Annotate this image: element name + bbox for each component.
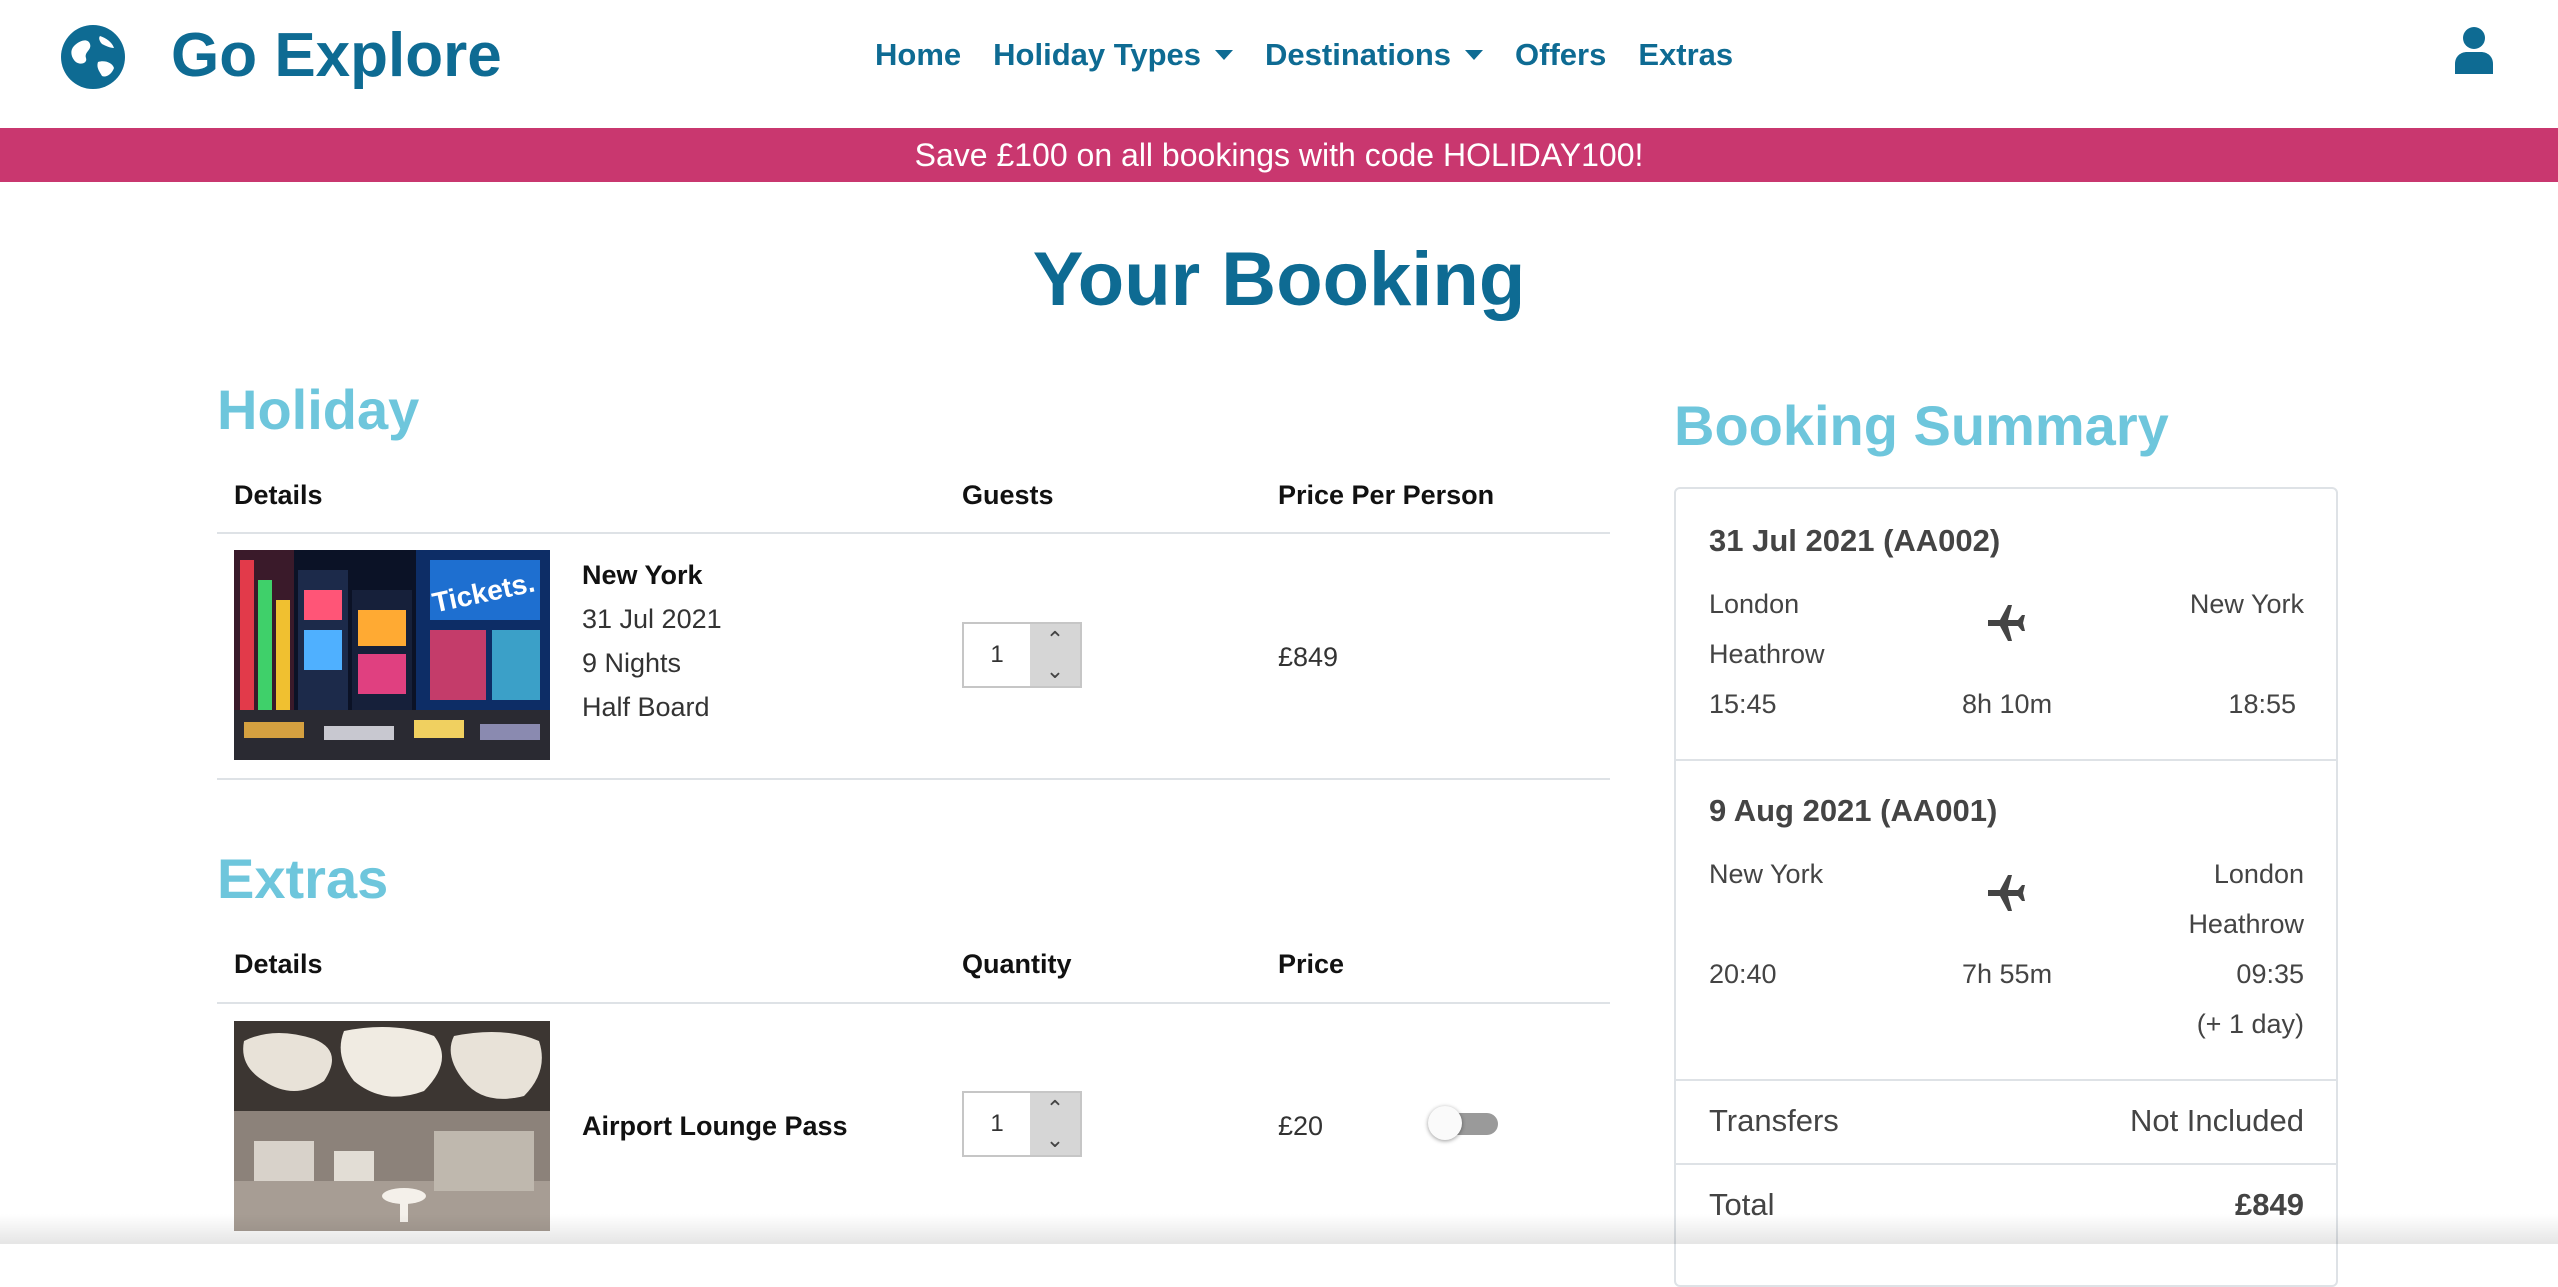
user-account-icon[interactable] bbox=[2453, 26, 2495, 74]
nav-offers-label: Offers bbox=[1515, 37, 1607, 72]
holiday-nights: 9 Nights bbox=[582, 648, 682, 678]
nav-offers[interactable]: Offers bbox=[1515, 37, 1606, 73]
chevron-down-icon[interactable]: ⌄ bbox=[1030, 1124, 1080, 1155]
nav-home[interactable]: Home bbox=[875, 37, 961, 73]
outbound-duration: 8h 10m bbox=[1962, 689, 2053, 719]
return-from: New York bbox=[1709, 859, 1824, 889]
plane-icon bbox=[1988, 875, 2025, 911]
extras-header-quantity: Quantity bbox=[962, 949, 1072, 979]
nav-holiday-types[interactable]: Holiday Types bbox=[993, 37, 1234, 73]
return-arrive-time: 09:35 bbox=[2236, 959, 2304, 989]
extra-toggle[interactable] bbox=[1428, 1106, 1498, 1140]
transfers-value: Not Included bbox=[2129, 1103, 2304, 1138]
quantity-stepper[interactable]: 1 ⌃ ⌄ bbox=[962, 1091, 1082, 1157]
holiday-header-guests: Guests bbox=[962, 480, 1054, 510]
return-to-line1: London bbox=[2213, 859, 2304, 889]
nav-extras-label: Extras bbox=[1638, 37, 1734, 72]
nav-extras[interactable]: Extras bbox=[1638, 37, 1733, 73]
guests-stepper-buttons: ⌃ ⌄ bbox=[1030, 624, 1080, 686]
extra-price: £20 bbox=[1278, 1111, 1324, 1141]
nav-home-label: Home bbox=[875, 37, 962, 72]
globe-logo-icon[interactable] bbox=[60, 24, 126, 90]
return-flight-date: 9 Aug 2021 (AA001) bbox=[1709, 793, 1998, 828]
holiday-header-divider bbox=[217, 532, 1610, 534]
holiday-image: Tickets. bbox=[234, 550, 550, 760]
booking-summary-card: 31 Jul 2021 (AA002) London Heathrow New … bbox=[1674, 487, 2338, 1287]
caret-down-icon bbox=[1465, 50, 1484, 60]
holiday-row-divider bbox=[217, 778, 1610, 780]
outbound-flight-date: 31 Jul 2021 (AA002) bbox=[1709, 523, 2001, 558]
main-nav: Home Holiday Types Destinations Offers E… bbox=[875, 30, 1765, 80]
nav-destinations[interactable]: Destinations bbox=[1265, 37, 1484, 73]
transfers-label: Transfers bbox=[1709, 1103, 1839, 1138]
return-arrive-note: (+ 1 day) bbox=[2196, 1009, 2304, 1039]
holiday-board: Half Board bbox=[582, 692, 710, 722]
outbound-to: New York bbox=[2189, 589, 2304, 619]
summary-divider bbox=[1676, 1163, 2336, 1165]
toggle-knob bbox=[1428, 1106, 1462, 1140]
lounge-image bbox=[234, 1021, 550, 1231]
holiday-date: 31 Jul 2021 bbox=[582, 604, 722, 634]
outbound-from-line2: Heathrow bbox=[1709, 639, 1825, 669]
bottom-shadow bbox=[0, 1214, 2558, 1244]
chevron-up-icon[interactable]: ⌃ bbox=[1030, 624, 1080, 655]
chevron-up-icon[interactable]: ⌃ bbox=[1030, 1093, 1080, 1124]
extras-header-divider bbox=[217, 1002, 1610, 1004]
summary-divider bbox=[1676, 759, 2336, 761]
guests-value[interactable]: 1 bbox=[964, 624, 1030, 686]
holiday-header-price: Price Per Person bbox=[1278, 480, 1495, 510]
nav-holiday-types-label: Holiday Types bbox=[993, 37, 1202, 72]
holiday-price: £849 bbox=[1278, 642, 1339, 672]
holiday-section-title: Holiday bbox=[217, 378, 420, 441]
return-depart-time: 20:40 bbox=[1709, 959, 1777, 989]
quantity-stepper-buttons: ⌃ ⌄ bbox=[1030, 1093, 1080, 1155]
holiday-header-details: Details bbox=[234, 480, 323, 510]
extras-header-price: Price bbox=[1278, 949, 1345, 979]
extras-header-details: Details bbox=[234, 949, 323, 979]
caret-down-icon bbox=[1215, 50, 1234, 60]
return-to-line2: Heathrow bbox=[2188, 909, 2304, 939]
guests-stepper[interactable]: 1 ⌃ ⌄ bbox=[962, 622, 1082, 688]
extras-section-title: Extras bbox=[217, 847, 389, 910]
return-duration: 7h 55m bbox=[1962, 959, 2053, 989]
holiday-name: New York bbox=[582, 560, 703, 590]
extra-name: Airport Lounge Pass bbox=[582, 1111, 848, 1141]
navbar: Go Explore Home Holiday Types Destinatio… bbox=[0, 0, 2558, 128]
nav-destinations-label: Destinations bbox=[1265, 37, 1452, 72]
outbound-from-line1: London bbox=[1709, 589, 1800, 619]
summary-title: Booking Summary bbox=[1674, 394, 2169, 457]
page-title: Your Booking bbox=[1032, 237, 1526, 322]
summary-divider bbox=[1676, 1079, 2336, 1081]
outbound-arrive-time: 18:55 bbox=[2228, 689, 2296, 719]
quantity-value[interactable]: 1 bbox=[964, 1093, 1030, 1155]
chevron-down-icon[interactable]: ⌄ bbox=[1030, 655, 1080, 686]
brand-name[interactable]: Go Explore bbox=[171, 14, 502, 98]
outbound-depart-time: 15:45 bbox=[1709, 689, 1777, 719]
promo-banner: Save £100 on all bookings with code HOLI… bbox=[0, 128, 2558, 182]
plane-icon bbox=[1988, 605, 2025, 641]
